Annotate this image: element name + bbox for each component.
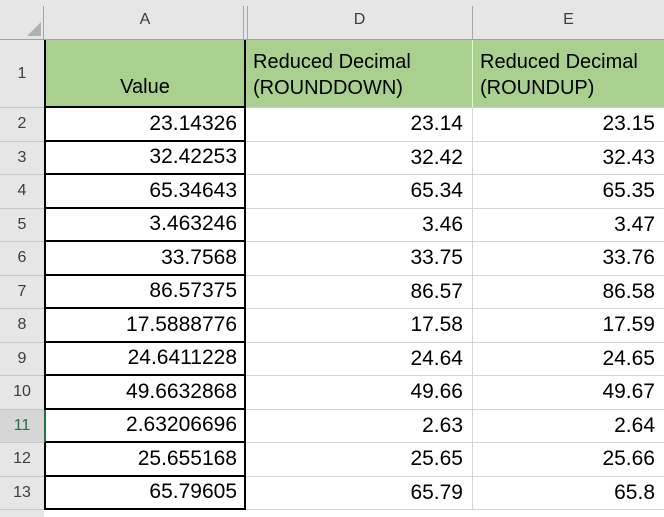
hidden-columns-indicator-line xyxy=(247,6,248,39)
cell-E8[interactable]: 17.59 xyxy=(473,309,664,343)
row-header-13[interactable]: 13 xyxy=(0,476,44,510)
cell-D1-line2: (ROUNDDOWN) xyxy=(253,77,403,99)
cell-A13[interactable]: 65.79605 xyxy=(44,476,246,510)
row-header-1[interactable]: 1 xyxy=(0,40,44,108)
cell-E1-line2: (ROUNDUP) xyxy=(480,77,595,99)
cell-A14-partial[interactable] xyxy=(44,510,246,517)
cell-E13[interactable]: 65.8 xyxy=(473,476,664,510)
cell-E1-line1: Reduced Decimal xyxy=(480,51,638,73)
cell-A10[interactable]: 49.6632868 xyxy=(44,376,246,410)
cell-D2[interactable]: 23.14 xyxy=(246,108,473,142)
cell-E9[interactable]: 24.65 xyxy=(473,342,664,376)
cell-E4[interactable]: 65.35 xyxy=(473,175,664,209)
row-header-12[interactable]: 12 xyxy=(0,443,44,477)
cell-E1[interactable]: Reduced Decimal (ROUNDUP) xyxy=(473,40,664,108)
cell-E2[interactable]: 23.15 xyxy=(473,108,664,142)
select-all-corner[interactable] xyxy=(0,0,44,40)
cell-A12[interactable]: 25.655168 xyxy=(44,443,246,477)
column-letter: A xyxy=(139,10,151,28)
cell-A9[interactable]: 24.6411228 xyxy=(44,342,246,376)
cell-D1-line1: Reduced Decimal xyxy=(253,51,411,73)
cell-E5[interactable]: 3.47 xyxy=(473,208,664,242)
cell-D12[interactable]: 25.65 xyxy=(246,443,473,477)
row-header-5[interactable]: 5 xyxy=(0,208,44,242)
row-header-9[interactable]: 9 xyxy=(0,342,44,376)
cell-E7[interactable]: 86.58 xyxy=(473,275,664,309)
cell-A5[interactable]: 3.463246 xyxy=(44,208,246,242)
cell-E6[interactable]: 33.76 xyxy=(473,242,664,276)
cell-E10[interactable]: 49.67 xyxy=(473,376,664,410)
row-header-7[interactable]: 7 xyxy=(0,275,44,309)
cell-A11[interactable]: 2.63206696 xyxy=(44,409,246,443)
cell-A1[interactable]: Value xyxy=(44,40,246,108)
cell-D6[interactable]: 33.75 xyxy=(246,242,473,276)
row-header-8[interactable]: 8 xyxy=(0,309,44,343)
cell-D3[interactable]: 32.42 xyxy=(246,141,473,175)
cell-A2[interactable]: 23.14326 xyxy=(44,108,246,142)
cell-A4[interactable]: 65.34643 xyxy=(44,175,246,209)
cell-A6[interactable]: 33.7568 xyxy=(44,242,246,276)
cell-E14-partial[interactable] xyxy=(473,510,664,517)
column-header-e[interactable]: E xyxy=(473,0,664,40)
cell-A3[interactable]: 32.42253 xyxy=(44,141,246,175)
row-header-2[interactable]: 2 xyxy=(0,108,44,142)
cell-D14-partial[interactable] xyxy=(246,510,473,517)
spreadsheet-grid: A D E 1 Value Reduced Decimal (ROUNDDOWN… xyxy=(0,0,664,517)
cell-D7[interactable]: 86.57 xyxy=(246,275,473,309)
cell-D1[interactable]: Reduced Decimal (ROUNDDOWN) xyxy=(246,40,473,108)
cell-D10[interactable]: 49.66 xyxy=(246,376,473,410)
hidden-columns-indicator-line xyxy=(243,6,244,39)
cell-E3[interactable]: 32.43 xyxy=(473,141,664,175)
cell-D11[interactable]: 2.63 xyxy=(246,409,473,443)
column-header-d[interactable]: D xyxy=(246,0,473,40)
cell-D8[interactable]: 17.58 xyxy=(246,309,473,343)
row-header-14-partial[interactable] xyxy=(0,510,44,517)
column-header-a[interactable]: A xyxy=(44,0,246,40)
cell-D9[interactable]: 24.64 xyxy=(246,342,473,376)
row-header-11[interactable]: 11 xyxy=(0,409,44,443)
cell-E12[interactable]: 25.66 xyxy=(473,443,664,477)
cell-A8[interactable]: 17.5888776 xyxy=(44,309,246,343)
row-header-3[interactable]: 3 xyxy=(0,141,44,175)
cell-A7[interactable]: 86.57375 xyxy=(44,275,246,309)
row-header-10[interactable]: 10 xyxy=(0,376,44,410)
cell-D13[interactable]: 65.79 xyxy=(246,476,473,510)
cell-E11[interactable]: 2.64 xyxy=(473,409,664,443)
select-all-triangle-icon xyxy=(27,22,41,36)
row-header-6[interactable]: 6 xyxy=(0,242,44,276)
cell-D5[interactable]: 3.46 xyxy=(246,208,473,242)
column-letter: E xyxy=(563,10,574,28)
column-letter: D xyxy=(353,10,366,28)
row-header-4[interactable]: 4 xyxy=(0,175,44,209)
cell-D4[interactable]: 65.34 xyxy=(246,175,473,209)
